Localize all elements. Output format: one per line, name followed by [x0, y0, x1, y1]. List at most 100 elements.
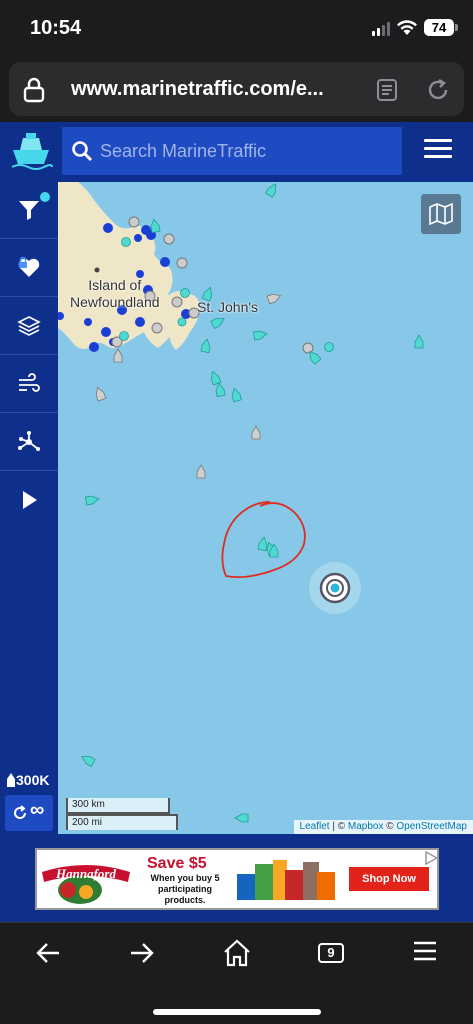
playback-button[interactable] [0, 472, 58, 529]
map-sidebar: 300K ∞ [0, 182, 58, 834]
routes-button[interactable] [0, 414, 58, 471]
auto-refresh-button[interactable]: ∞ [5, 795, 53, 831]
scale-km: 300 km [66, 798, 170, 814]
filter-button[interactable] [0, 182, 58, 239]
map-attribution: Leaflet | © Mapbox © OpenStreetMap [293, 820, 473, 834]
address-bar[interactable]: www.marinetraffic.com/e... [9, 62, 464, 116]
lock-badge-icon [19, 256, 27, 268]
refresh-infinite-label: ∞ [30, 799, 45, 821]
tabs-button[interactable]: 9 [318, 943, 344, 963]
hannaford-ad[interactable]: Hannaford Save $5 When you buy 5 partici… [35, 848, 439, 910]
battery-tip [455, 24, 458, 31]
wind-icon [19, 373, 40, 392]
site-header [0, 122, 473, 182]
anchored-vessel [302, 342, 314, 354]
shop-now-button[interactable]: Shop Now [349, 867, 429, 891]
vessel-icon [251, 425, 261, 440]
vessel-icon [210, 318, 225, 330]
clock: 10:54 [30, 17, 82, 39]
reader-mode-icon[interactable] [376, 79, 398, 101]
cyan-marker [324, 342, 334, 352]
wifi-icon [397, 20, 417, 35]
adchoices-icon[interactable] [424, 851, 438, 865]
port-marker [135, 317, 145, 327]
anchored-vessel [171, 296, 183, 308]
search-box [62, 127, 402, 175]
refresh-icon [14, 805, 27, 819]
port-marker [101, 327, 111, 337]
island-label: Island of Newfoundland [70, 277, 160, 311]
leaflet-link[interactable]: Leaflet [300, 821, 330, 832]
attribution-sep2: © [383, 821, 397, 832]
port-marker [84, 318, 92, 326]
home-indicator [153, 1009, 321, 1015]
lock-icon [23, 77, 45, 103]
my-location-marker [309, 562, 361, 614]
forward-arrow-icon[interactable] [128, 939, 156, 967]
vessel-icon [252, 330, 268, 341]
browser-address-area: www.marinetraffic.com/e... [0, 58, 473, 122]
vessel-icon [84, 495, 100, 506]
map-type-button[interactable] [421, 194, 461, 234]
layers-button[interactable] [0, 298, 58, 355]
url-text[interactable]: www.marinetraffic.com/e... [71, 78, 324, 101]
reload-icon[interactable] [426, 78, 450, 102]
ad-headline: Save $5 [147, 855, 207, 872]
browser-toolbar: 9 [0, 922, 473, 1024]
scale-mi: 200 mi [66, 814, 178, 830]
attribution-sep: | © [329, 821, 348, 832]
island-label-line1: Island of [88, 277, 142, 293]
marinetraffic-logo-icon[interactable] [8, 128, 54, 174]
search-icon [72, 141, 93, 162]
network-icon [18, 431, 40, 451]
vessel-icon [231, 387, 242, 403]
layers-icon [17, 316, 41, 336]
weather-button[interactable] [0, 356, 58, 413]
island-label-line2: Newfoundland [70, 294, 160, 310]
vessel-icon [234, 813, 249, 823]
vessel-icon [95, 386, 107, 402]
favourites-button[interactable] [0, 240, 58, 297]
ad-body: When you buy 5 participating products. [150, 873, 220, 905]
anchored-vessel [128, 216, 140, 228]
vessel-icon [113, 348, 123, 363]
vessel-icon [200, 338, 211, 354]
map-icon [429, 203, 453, 225]
vessel-icon [266, 293, 282, 305]
cyan-marker [180, 288, 190, 298]
ad-area: Hannaford Save $5 When you buy 5 partici… [0, 834, 473, 922]
vessel-count-value: 300K [16, 772, 50, 788]
vessel-icon [414, 334, 424, 349]
hannaford-logo: Hannaford [42, 865, 130, 904]
vessel-icon [150, 218, 161, 234]
battery-icon: 74 [424, 19, 454, 36]
vessel-icon [257, 536, 268, 552]
ad-product-images [237, 860, 335, 900]
port-marker [103, 223, 113, 233]
vessel-icon [81, 756, 96, 768]
cyan-marker [119, 331, 129, 341]
ad-brand: Hannaford [55, 866, 116, 881]
vessel-count-icon [7, 773, 15, 787]
port-marker [134, 234, 142, 242]
cyan-marker [177, 317, 187, 327]
vessel-map[interactable]: Island of Newfoundland St. John's 300 km … [58, 182, 473, 834]
filter-active-dot [40, 192, 50, 202]
vessel-count: 300K [6, 772, 49, 788]
vessel-icon [264, 183, 276, 198]
search-input[interactable] [100, 127, 396, 175]
anchored-vessel [151, 322, 163, 334]
hamburger-menu-icon[interactable] [424, 139, 452, 161]
port-marker [89, 342, 99, 352]
home-icon[interactable] [222, 939, 252, 967]
vessel-icon [196, 464, 206, 479]
mapbox-link[interactable]: Mapbox [348, 821, 384, 832]
city-label: St. John's [197, 299, 259, 315]
back-arrow-icon[interactable] [34, 939, 62, 967]
browser-menu-icon[interactable] [412, 939, 438, 963]
osm-link[interactable]: OpenStreetMap [396, 821, 467, 832]
status-bar: 10:54 74 [0, 0, 473, 58]
cellular-signal-icon [372, 22, 392, 36]
anchored-vessel [163, 233, 175, 245]
play-icon [23, 491, 37, 509]
